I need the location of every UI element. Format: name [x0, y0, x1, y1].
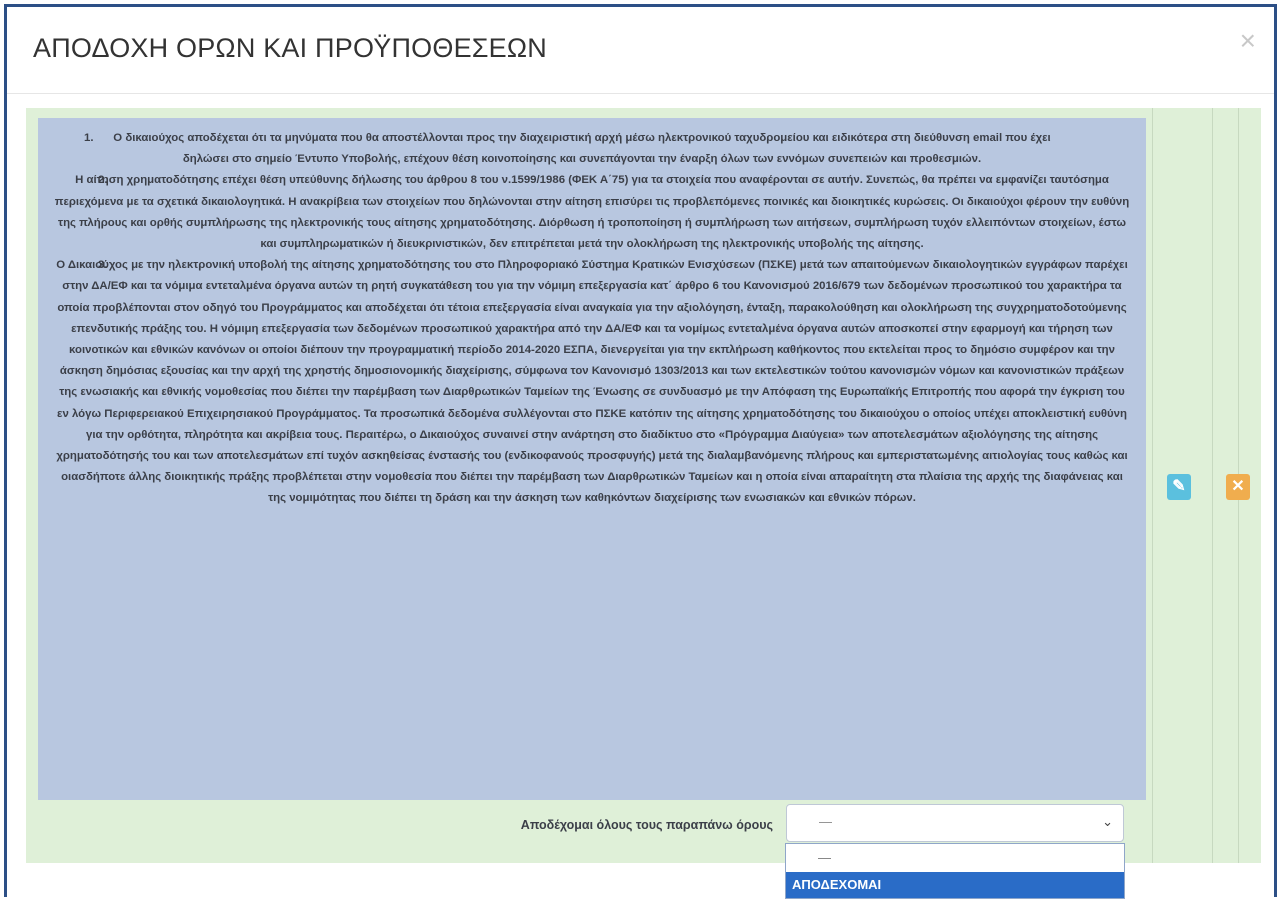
accept-select[interactable]: — ⌄	[786, 804, 1124, 842]
term-number: 2.	[98, 174, 108, 187]
term-item: 2. Η αίτηση χρηματοδότησης επέχει θέση υ…	[52, 170, 1132, 255]
term-text: Ο Δικαιούχος με την ηλεκτρονική υποβολή …	[56, 259, 1128, 505]
column-divider	[1152, 108, 1153, 863]
edit-button[interactable]: ✎	[1167, 474, 1191, 500]
term-item: 3. Ο Δικαιούχος με την ηλεκτρονική υποβο…	[52, 255, 1132, 509]
chevron-down-icon: ⌄	[1102, 814, 1113, 829]
dropdown-option-accept[interactable]: ΑΠΟΔΕΧΟΜΑΙ	[786, 872, 1124, 898]
term-text: Ο δικαιούχος αποδέχεται ότι τα μηνύματα …	[113, 132, 1051, 166]
terms-row: 1. Ο δικαιούχος αποδέχεται ότι τα μηνύμα…	[26, 108, 1261, 863]
term-text: Η αίτηση χρηματοδότησης επέχει θέση υπεύ…	[54, 174, 1130, 251]
accept-dropdown-list: — ΑΠΟΔΕΧΟΜΑΙ	[785, 843, 1125, 899]
column-divider	[1212, 108, 1213, 863]
term-item: 1. Ο δικαιούχος αποδέχεται ότι τα μηνύμα…	[52, 128, 1132, 170]
term-number: 3.	[98, 259, 108, 272]
modal-title: ΑΠΟΔΟΧΗ ΟΡΩΝ ΚΑΙ ΠΡΟΫΠΟΘΕΣΕΩΝ	[33, 33, 547, 63]
close-icon[interactable]: ×	[1240, 27, 1256, 55]
accept-label: Αποδέχομαι όλους τους παραπάνω όρους	[520, 818, 773, 832]
accept-select-value: —	[819, 814, 832, 829]
terms-text-box: 1. Ο δικαιούχος αποδέχεται ότι τα μηνύμα…	[38, 118, 1146, 800]
cancel-button[interactable]: ✕	[1226, 474, 1250, 500]
term-number: 1.	[84, 132, 94, 144]
pencil-square-icon: ✎	[1172, 478, 1186, 495]
dropdown-option-empty[interactable]: —	[786, 845, 1124, 871]
header-divider	[7, 93, 1274, 94]
close-icon: ✕	[1231, 478, 1245, 495]
